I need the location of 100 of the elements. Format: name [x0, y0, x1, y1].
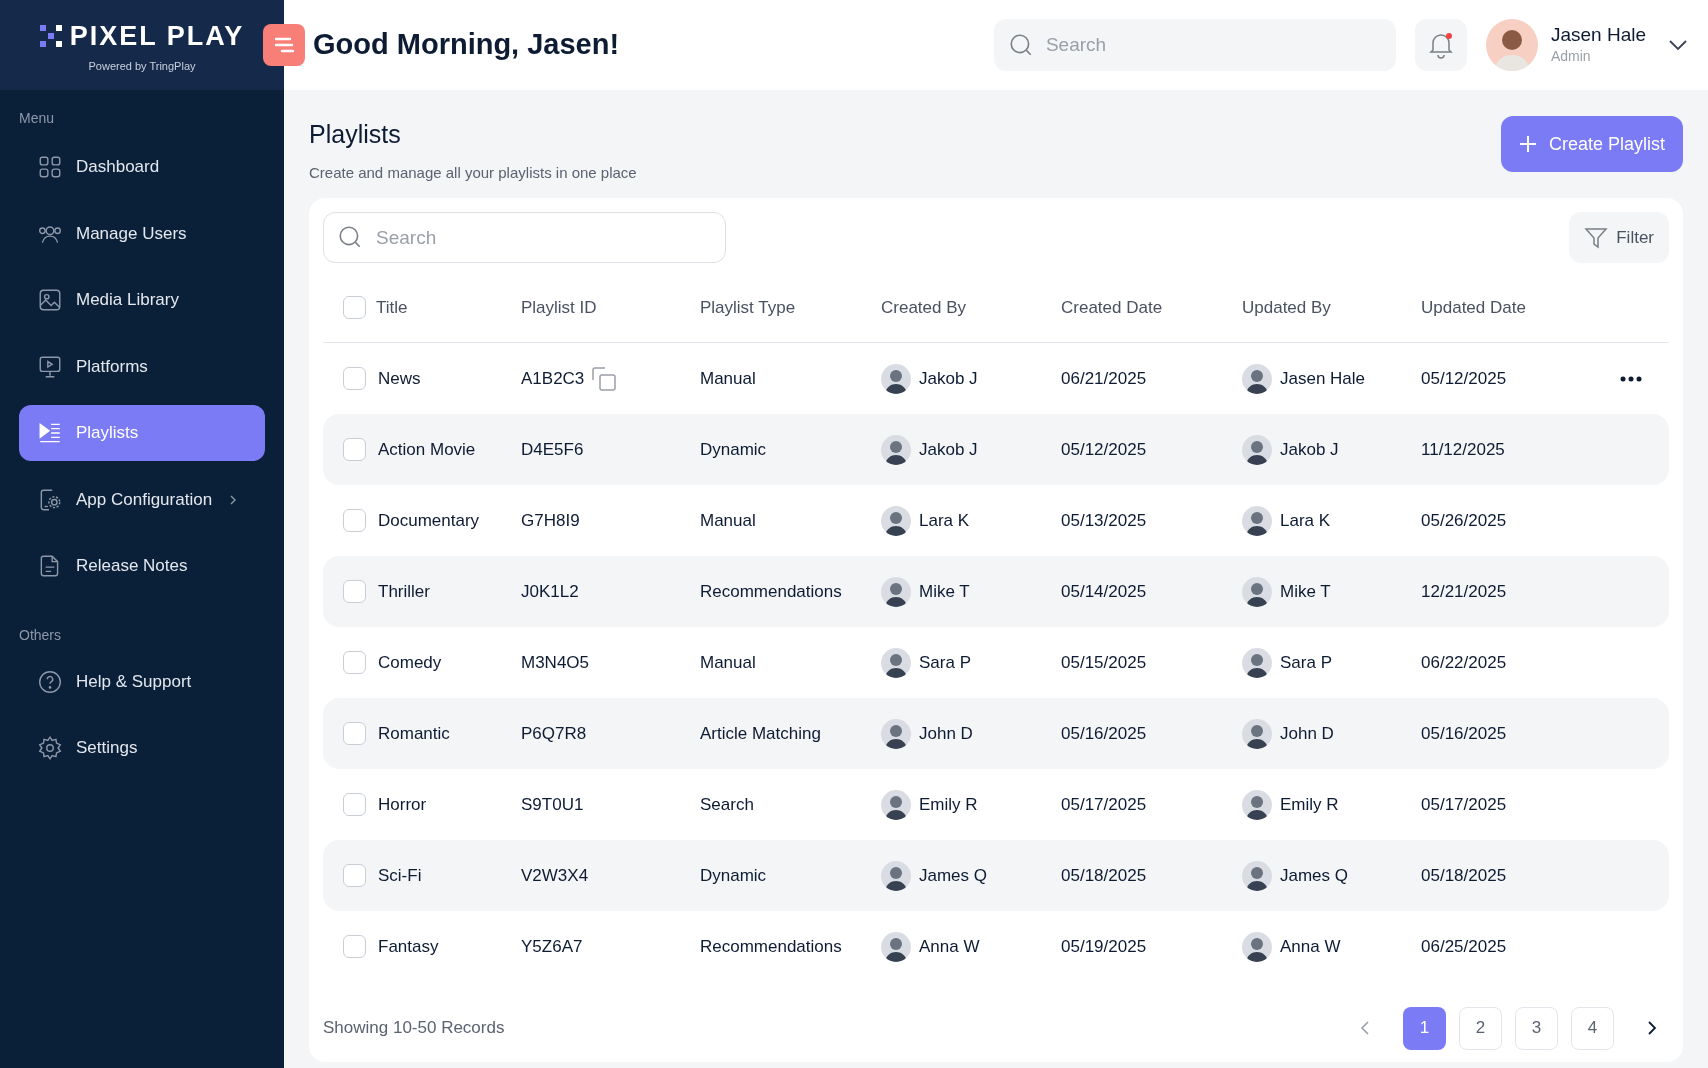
- table-cell-text: 06/25/2025: [1421, 935, 1508, 958]
- sidebar-item[interactable]: Settings: [19, 720, 265, 776]
- table-cell-text: Manual: [700, 651, 757, 674]
- sidebar-item[interactable]: Media Library: [19, 272, 265, 328]
- table-cell-text: Search: [700, 793, 755, 816]
- column-header[interactable]: Playlist ID: [521, 294, 597, 321]
- table-cell-text: Article Matching: [700, 722, 822, 745]
- checkbox[interactable]: [343, 438, 366, 461]
- checkbox[interactable]: [343, 864, 366, 887]
- checkbox[interactable]: [343, 651, 366, 674]
- user-avatar: [881, 363, 911, 394]
- brand-tagline: Powered by TringPlay: [88, 59, 196, 74]
- table-cell-text: Dynamic: [700, 864, 768, 887]
- table-cell-text: 05/13/2025: [1061, 509, 1148, 532]
- sidebar-item[interactable]: Playlists: [19, 405, 265, 461]
- table-cell-text: Emily R: [919, 793, 978, 816]
- copy-icon[interactable]: [591, 365, 618, 392]
- table-cell-text: S9T0U1: [521, 793, 584, 816]
- create-playlist-button[interactable]: Create Playlist: [1500, 116, 1683, 172]
- checkbox[interactable]: [343, 296, 366, 319]
- greeting-title: Good Morning, Jasen!: [313, 27, 620, 63]
- user-avatar: [1242, 363, 1272, 394]
- menu-toggle-button[interactable]: [263, 24, 305, 66]
- table-cell-text: John D: [919, 722, 973, 745]
- table-cell-text: G7H8I9: [521, 509, 580, 532]
- column-header[interactable]: Created Date: [1061, 294, 1163, 321]
- search-field[interactable]: Search: [993, 19, 1396, 71]
- bell-icon: [1427, 31, 1454, 59]
- table-cell-text: 05/17/2025: [1061, 793, 1148, 816]
- table-cell-text: Horror: [378, 793, 427, 816]
- checkbox[interactable]: [343, 935, 366, 958]
- user-avatar: [1242, 434, 1272, 465]
- user-avatar: [881, 718, 911, 749]
- table-cell-text: 06/21/2025: [1061, 367, 1148, 390]
- sidebar-item[interactable]: Platforms: [19, 338, 265, 395]
- user-avatar: [1242, 860, 1272, 891]
- page-button[interactable]: 1: [1403, 1006, 1446, 1050]
- checkbox[interactable]: [343, 367, 366, 390]
- user-name: Jasen Hale: [1550, 22, 1646, 47]
- grid-icon: [37, 154, 63, 180]
- table-cell-text: Sara P: [919, 651, 971, 674]
- user-avatar: [1242, 576, 1272, 607]
- column-header[interactable]: Playlist Type: [700, 294, 796, 321]
- sidebar-item[interactable]: Manage Users: [19, 205, 265, 262]
- table-cell-text: Documentary: [378, 509, 480, 532]
- table-cell-text: Jasen Hale: [1280, 367, 1366, 390]
- table-cell-text: Jakob J: [1280, 438, 1339, 461]
- table-cell-text: Lara K: [919, 509, 970, 532]
- page-title: Playlists: [309, 119, 402, 150]
- user-avatar: [1242, 718, 1272, 749]
- table-cell-text: P6Q7R8: [521, 722, 587, 745]
- table-cell-text: 05/18/2025: [1061, 864, 1148, 887]
- user-avatar: [1242, 789, 1272, 820]
- checkbox[interactable]: [343, 580, 366, 603]
- sidebar-item[interactable]: Release Notes: [19, 538, 265, 594]
- column-header[interactable]: Updated By: [1242, 294, 1331, 321]
- table-cell-text: Action Movie: [378, 438, 476, 461]
- sidebar-item[interactable]: App Configuration: [19, 471, 265, 528]
- more-options-icon[interactable]: [1619, 374, 1643, 383]
- table-cell-text: 05/12/2025: [1421, 367, 1508, 390]
- plus-icon: [1518, 135, 1537, 153]
- user-avatar[interactable]: [1485, 19, 1538, 71]
- table-cell-text: News: [378, 367, 421, 390]
- user-avatar: [881, 576, 911, 607]
- sidebar-item[interactable]: Dashboard: [19, 139, 265, 195]
- checkbox[interactable]: [343, 509, 366, 532]
- table-cell-text: 05/14/2025: [1061, 580, 1148, 603]
- checkbox[interactable]: [343, 722, 366, 745]
- column-header[interactable]: Title: [376, 294, 408, 321]
- table-cell-text: 05/26/2025: [1421, 509, 1508, 532]
- table-cell-text: John D: [1280, 722, 1334, 745]
- filter-icon: [1584, 225, 1609, 250]
- table-cell-text: A1B2C3: [521, 367, 585, 390]
- chevron-down-icon[interactable]: [1668, 39, 1688, 51]
- table-cell-text: Mike T: [1280, 580, 1331, 603]
- user-avatar: [881, 931, 911, 962]
- checkbox[interactable]: [343, 793, 366, 816]
- filter-button[interactable]: Filter: [1569, 212, 1669, 263]
- table-cell-text: Anna W: [919, 935, 980, 958]
- table-cell-text: 06/22/2025: [1421, 651, 1508, 674]
- table-cell-text: 05/17/2025: [1421, 793, 1508, 816]
- table-cell-text: Comedy: [378, 651, 442, 674]
- settings-icon: [37, 735, 63, 761]
- table-cell-text: 05/18/2025: [1421, 864, 1508, 887]
- page-button[interactable]: 3: [1515, 1006, 1558, 1050]
- table-cell-text: Dynamic: [700, 438, 768, 461]
- page-button[interactable]: 2: [1459, 1006, 1502, 1050]
- sidebar-item[interactable]: Help & Support: [19, 653, 265, 710]
- page-button[interactable]: 4: [1571, 1006, 1614, 1050]
- search-field[interactable]: Search: [323, 212, 726, 263]
- table-cell-text: Fantasy: [378, 935, 439, 958]
- column-header[interactable]: Updated Date: [1421, 294, 1526, 321]
- image-icon: [37, 287, 63, 313]
- notification-button[interactable]: [1414, 19, 1467, 71]
- table-cell-text: 05/16/2025: [1421, 722, 1508, 745]
- section-label: Others: [19, 625, 62, 645]
- table-cell-text: 05/16/2025: [1061, 722, 1148, 745]
- table-cell-text: Manual: [700, 367, 757, 390]
- column-header[interactable]: Created By: [881, 294, 967, 321]
- user-avatar: [1242, 505, 1272, 536]
